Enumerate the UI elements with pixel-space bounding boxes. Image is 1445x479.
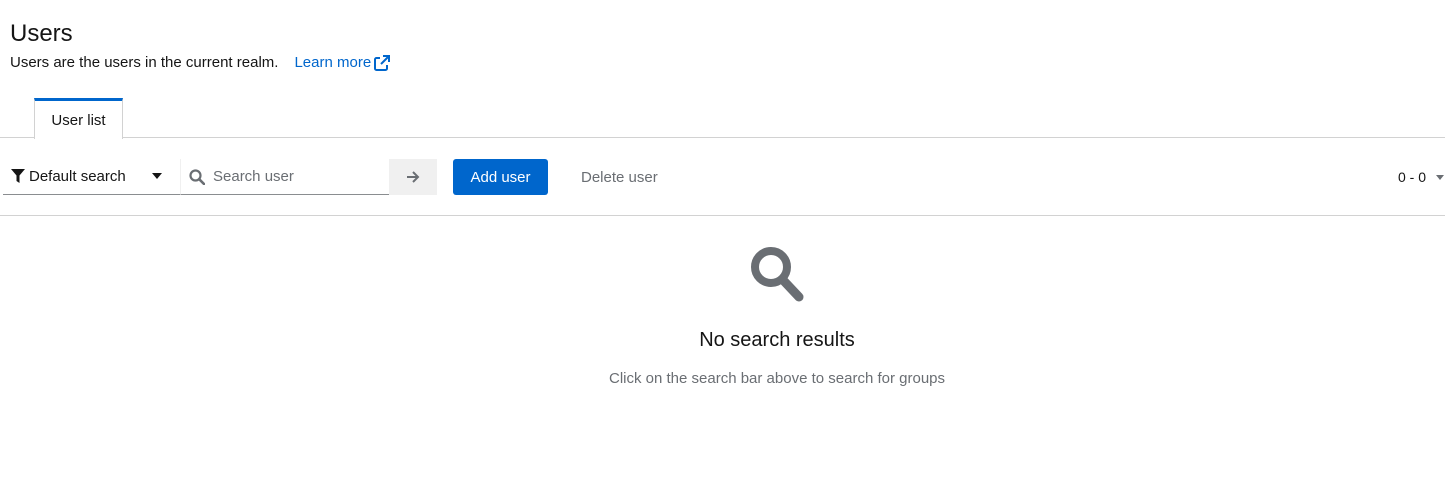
page-header: Users Users are the users in the current… (10, 18, 391, 73)
pagination-label: 0 - 0 (1397, 169, 1426, 185)
empty-state-body: Click on the search bar above to search … (608, 370, 945, 387)
tab-bar: User list (0, 98, 1445, 139)
learn-more-label: Learn more (294, 54, 372, 71)
search-type-dropdown[interactable]: Default search (3, 159, 181, 195)
caret-down-icon (152, 173, 162, 179)
subtitle-text: Users are the users in the current realm… (10, 54, 279, 71)
search-icon (189, 168, 205, 185)
add-user-button[interactable]: Add user (453, 159, 548, 195)
delete-user-label: Delete user (581, 168, 658, 186)
toolbar-divider (0, 215, 1445, 216)
delete-user-button[interactable]: Delete user (565, 159, 674, 195)
page-subtitle: Users are the users in the current realm… (10, 53, 391, 73)
pagination-toggle[interactable]: 0 - 0 (1398, 159, 1445, 195)
search-input[interactable] (213, 168, 383, 185)
search-field (181, 159, 389, 195)
external-link-icon (374, 55, 391, 71)
tab-user-list[interactable]: User list (34, 98, 123, 139)
arrow-right-icon (407, 171, 420, 183)
empty-state-title: No search results (699, 329, 855, 351)
search-submit-button[interactable] (389, 159, 437, 195)
search-type-label: Default search (29, 168, 126, 185)
filter-icon (11, 169, 25, 183)
users-page: Users Users are the users in the current… (0, 0, 1445, 479)
learn-more-link[interactable]: Learn more (294, 53, 391, 73)
empty-state: No search results Click on the search ba… (0, 245, 1445, 389)
toolbar: Default search Add user Delete user 0 - … (0, 159, 1445, 195)
add-user-label: Add user (470, 168, 531, 186)
page-title: Users (10, 20, 73, 47)
tab-user-list-label: User list (51, 111, 106, 129)
search-icon (751, 247, 804, 302)
caret-down-icon (1436, 174, 1444, 180)
